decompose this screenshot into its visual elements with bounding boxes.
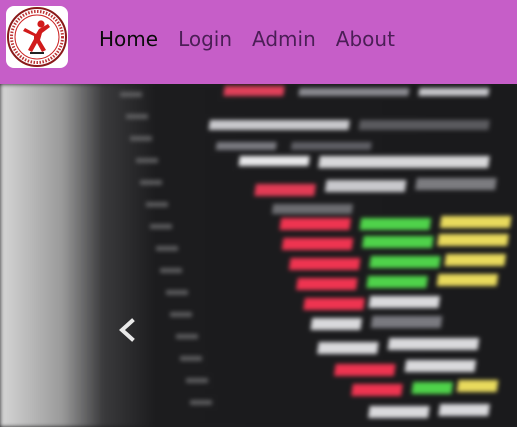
nav-link-home[interactable]: Home <box>99 27 158 51</box>
carousel-prev-button[interactable] <box>108 309 148 349</box>
nav-link-admin[interactable]: Admin <box>252 27 316 51</box>
nav-link-login[interactable]: Login <box>178 27 232 51</box>
university-logo-icon <box>7 7 67 67</box>
chevron-left-icon <box>119 318 135 342</box>
main-nav: Home Login Admin About <box>99 27 415 51</box>
hero-image <box>0 84 517 427</box>
nav-link-about[interactable]: About <box>336 27 395 51</box>
hero-carousel <box>0 84 517 427</box>
site-logo[interactable] <box>6 6 68 68</box>
top-navbar: Home Login Admin About <box>0 0 517 84</box>
